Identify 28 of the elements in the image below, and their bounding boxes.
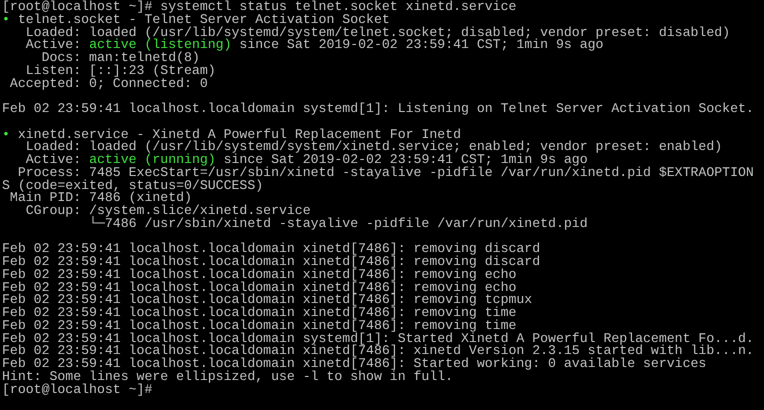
terminal-line: Feb 02 23:59:41 localhost.localdomain xinetd[7486]: removing time [2,307,516,320]
terminal-line: Docs: man:telnetd(8) [42,52,200,65]
terminal-line: Feb 02 23:59:41 localhost.localdomain systemd[1]: Listening on Telnet Server Activation Socket. [2,103,754,116]
terminal-line: Hint: Some lines were ellipsized, use -l to show in full. [2,370,454,384]
terminal-line: Feb 02 23:59:41 localhost.localdomain xinetd[7486]: Started working: 0 available services [2,358,706,371]
terminal-line: Loaded: loaded (/usr/lib/systemd/system/telnet.socket; disabled; vendor preset: disabled) [24,26,730,40]
terminal-line: Process: 7485 ExecStart=/usr/sbin/xinetd -stayalive -pidfile /var/run/xinetd.pid $EXTRAOPTION [16,166,754,180]
terminal-line: Feb 02 23:59:41 localhost.localdomain xinetd[7486]: removing discard [2,256,540,269]
terminal-line: CGroup: /system.slice/xinetd.service [24,205,311,218]
terminal-line: Feb 02 23:59:41 localhost.localdomain systemd[1]: Started Xinetd A Powerful Replacement Fo...d. [2,332,754,346]
terminal-line: • telnet.socket - Telnet Server Activation Socket [2,14,390,26]
terminal-line: Accepted: 0; Connected: 0 [8,78,208,90]
terminal-line: [root@localhost ~]# systemctl status telnet.socket xinetd.service [2,1,516,14]
terminal-line: Loaded: loaded (/usr/lib/systemd/system/xinetd.service; enabled; vendor preset: enabled) [24,141,722,154]
terminal-line: Active: active (running) since Sat 2019-02-02 23:59:41 CST; 1min 9s ago [24,154,588,167]
terminal-line: Feb 02 23:59:41 localhost.localdomain xinetd[7486]: xinetd Version 2.3.15 started with lib...n. [2,345,754,358]
terminal-line: Feb 02 23:59:41 localhost.localdomain xinetd[7486]: removing echo [2,268,516,282]
terminal-line: S (code=exited, status=0/SUCCESS) [2,180,264,192]
terminal-line: Main PID: 7486 (xinetd) [8,192,192,205]
terminal-line: Feb 02 23:59:41 localhost.localdomain xinetd[7486]: removing time [2,320,516,332]
terminal-line: Feb 02 23:59:41 localhost.localdomain xinetd[7486]: removing tcpmux [2,294,532,307]
terminal-line: • xinetd.service - Xinetd A Powerful Replacement For Inetd [2,128,462,142]
terminal-line: Active: active (listening) since Sat 2019-02-02 23:59:41 CST; 1min 9s ago [24,39,604,52]
terminal-line: Listen: [::]:23 (Stream) [26,64,216,78]
terminal-line: Feb 02 23:59:41 localhost.localdomain xinetd[7486]: removing echo [2,282,516,294]
terminal-line: └─7486 /usr/sbin/xinetd -stayalive -pidfile /var/run/xinetd.pid [88,218,588,230]
terminal-line: Feb 02 23:59:41 localhost.localdomain xinetd[7486]: removing discard [2,243,540,256]
terminal-line: [root@localhost ~]# [2,384,152,396]
